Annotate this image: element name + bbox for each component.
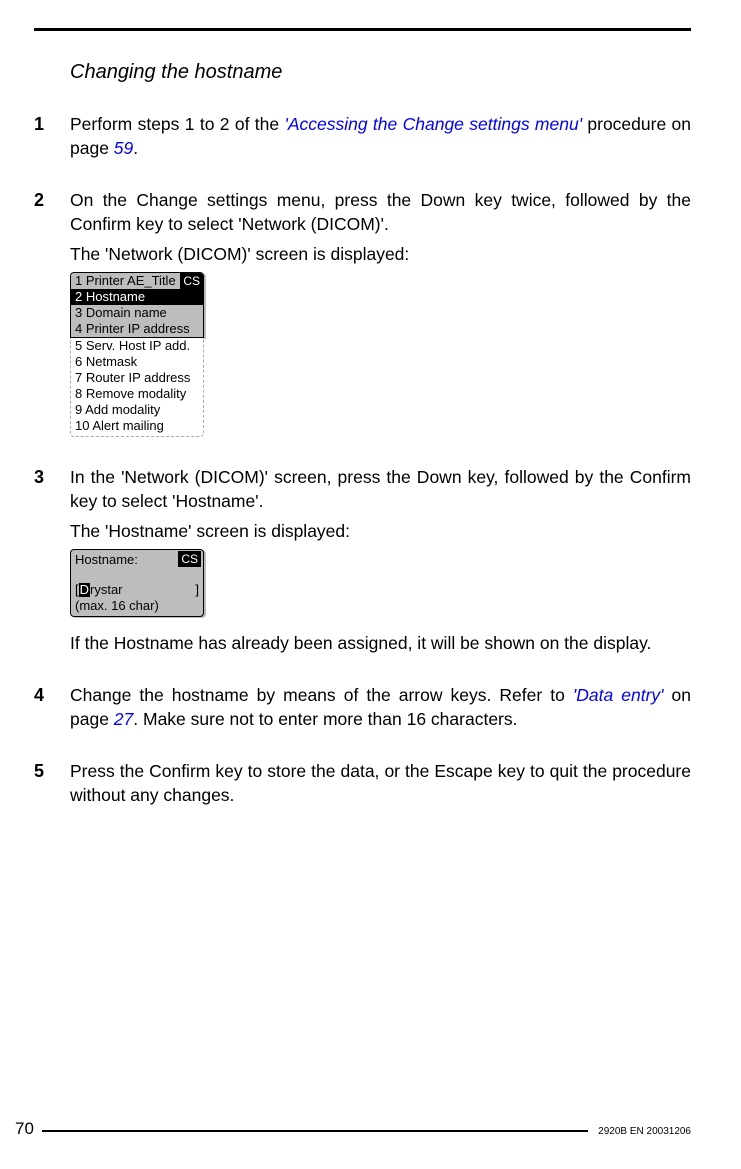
step-4-text: Change the hostname by means of the arro…	[70, 683, 691, 731]
lcd-row-7: 7 Router IP address	[71, 370, 203, 386]
lcd-row-9: 9 Add modality	[71, 402, 203, 418]
step-1: 1 Perform steps 1 to 2 of the 'Accessing…	[34, 112, 691, 166]
lcd-hostname-hint: (max. 16 char)	[75, 598, 199, 614]
step-number: 2	[34, 188, 70, 437]
step-number: 4	[34, 683, 70, 737]
cs-badge: CS	[178, 551, 201, 567]
lcd-row-5: 5 Serv. Host IP add.	[71, 338, 203, 354]
document-code: 2920B EN 20031206	[598, 1126, 691, 1137]
page-ref-27[interactable]: 27	[114, 709, 133, 729]
lcd-row-3: 3 Domain name	[71, 305, 203, 321]
step-3-text-3: If the Hostname has already been assigne…	[70, 631, 691, 655]
lcd-hostname-screen: CS Hostname: [Drystar ] (max. 16 char)	[70, 549, 691, 617]
lcd-row-1: 1 Printer AE_Title CS	[71, 273, 203, 289]
lcd-cursor: D	[79, 583, 90, 597]
step-2-text-2: The 'Network (DICOM)' screen is displaye…	[70, 242, 691, 266]
page-number: 70	[15, 1119, 34, 1139]
step-number: 3	[34, 465, 70, 661]
lcd-row-6: 6 Netmask	[71, 354, 203, 370]
lcd-row-4: 4 Printer IP address	[71, 321, 203, 337]
step-number: 5	[34, 759, 70, 813]
lcd-hostname-value: [Drystar ]	[75, 582, 199, 598]
lcd-value-rest: rystar	[90, 582, 123, 597]
page-footer: 70 2920B EN 20031206	[0, 1119, 741, 1139]
bracket-close: ]	[195, 582, 199, 598]
lcd-row-8: 8 Remove modality	[71, 386, 203, 402]
lcd-row-10: 10 Alert mailing	[71, 418, 203, 434]
step-3: 3 In the 'Network (DICOM)' screen, press…	[34, 465, 691, 661]
text: . Make sure not to enter more than 16 ch…	[133, 709, 517, 729]
lcd-item: 1 Printer AE_Title	[75, 273, 176, 288]
text: Perform steps 1 to 2 of the	[70, 114, 284, 134]
step-5-text: Press the Confirm key to store the data,…	[70, 759, 691, 807]
lcd-row-2-selected: 2 Hostname	[71, 289, 203, 305]
lcd-network-screen: 1 Printer AE_Title CS 2 Hostname 3 Domai…	[70, 272, 691, 437]
step-3-text-1: In the 'Network (DICOM)' screen, press t…	[70, 465, 691, 513]
footer-rule-line	[42, 1130, 588, 1132]
link-data-entry[interactable]: 'Data entry'	[573, 685, 664, 705]
step-4: 4 Change the hostname by means of the ar…	[34, 683, 691, 737]
step-2-text-1: On the Change settings menu, press the D…	[70, 188, 691, 236]
page-ref-59[interactable]: 59	[114, 138, 133, 158]
section-title: Changing the hostname	[70, 61, 691, 84]
step-5: 5 Press the Confirm key to store the dat…	[34, 759, 691, 813]
text: .	[133, 138, 138, 158]
text: Change the hostname by means of the arro…	[70, 685, 573, 705]
step-1-text: Perform steps 1 to 2 of the 'Accessing t…	[70, 112, 691, 160]
link-accessing-change-settings[interactable]: 'Accessing the Change settings menu'	[284, 114, 582, 134]
step-3-text-2: The 'Hostname' screen is displayed:	[70, 519, 691, 543]
step-number: 1	[34, 112, 70, 166]
top-rule	[34, 28, 691, 31]
step-2: 2 On the Change settings menu, press the…	[34, 188, 691, 437]
cs-badge: CS	[180, 273, 203, 289]
